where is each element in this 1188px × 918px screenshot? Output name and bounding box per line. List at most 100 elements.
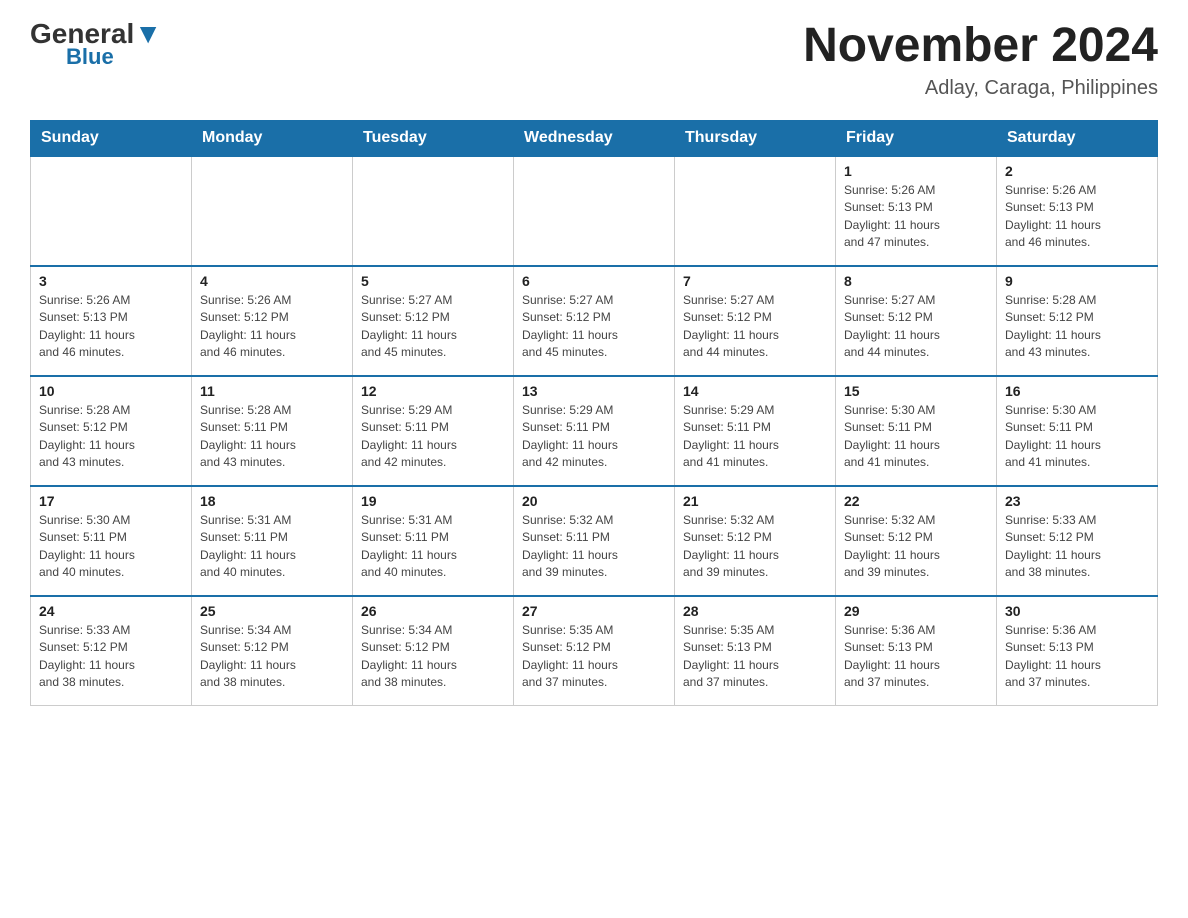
table-row [353,156,514,266]
table-row: 4 Sunrise: 5:26 AM Sunset: 5:12 PM Daylig… [192,266,353,376]
table-row: 10Sunrise: 5:28 AM Sunset: 5:12 PM Dayli… [31,376,192,486]
day-number: 9 [1005,273,1149,289]
day-info: Sunrise: 5:34 AM Sunset: 5:12 PM Dayligh… [361,622,505,692]
table-row: 16 Sunrise: 5:30 AM Sunset: 5:11 PM Dayli… [997,376,1158,486]
table-row [31,156,192,266]
day-number: 12 [361,383,505,399]
table-row: 1 Sunrise: 5:26 AM Sunset: 5:13 PM Daylig… [836,156,997,266]
day-info: Sunrise: 5:36 AM Sunset: 5:13 PM Dayligh… [1005,622,1149,692]
day-number: 25 [200,603,344,619]
day-info: Sunrise: 5:32 AM Sunset: 5:12 PM Dayligh… [844,512,988,582]
day-number: 3 [39,273,183,289]
logo: General▼ Blue [30,20,162,70]
day-number: 20 [522,493,666,509]
table-row: 20 Sunrise: 5:32 AM Sunset: 5:11 PM Dayli… [514,486,675,596]
day-number: 22 [844,493,988,509]
day-number: 19 [361,493,505,509]
table-row: 14 Sunrise: 5:29 AM Sunset: 5:11 PM Dayli… [675,376,836,486]
col-saturday: Saturday [997,120,1158,156]
table-row [675,156,836,266]
day-number: 13 [522,383,666,399]
day-number: 17 [39,493,183,509]
logo-blue-text: Blue [66,44,114,70]
calendar-week-row: 1 Sunrise: 5:26 AM Sunset: 5:13 PM Daylig… [31,156,1158,266]
day-number: 5 [361,273,505,289]
day-number: 8 [844,273,988,289]
day-number: 30 [1005,603,1149,619]
day-info: Sunrise: 5:26 AM Sunset: 5:12 PM Dayligh… [200,292,344,362]
day-info: Sunrise: 5:26 AM Sunset: 5:13 PM Dayligh… [1005,182,1149,252]
day-number: 14 [683,383,827,399]
page-header: General▼ Blue November 2024 Adlay, Carag… [30,20,1158,100]
table-row: 11 Sunrise: 5:28 AM Sunset: 5:11 PM Dayli… [192,376,353,486]
table-row: 15 Sunrise: 5:30 AM Sunset: 5:11 PM Dayli… [836,376,997,486]
day-number: 16 [1005,383,1149,399]
table-row: 8Sunrise: 5:27 AM Sunset: 5:12 PM Daylig… [836,266,997,376]
table-row: 12 Sunrise: 5:29 AM Sunset: 5:11 PM Dayli… [353,376,514,486]
day-info: Sunrise: 5:31 AM Sunset: 5:11 PM Dayligh… [200,512,344,582]
day-info: Sunrise: 5:35 AM Sunset: 5:12 PM Dayligh… [522,622,666,692]
day-info: Sunrise: 5:29 AM Sunset: 5:11 PM Dayligh… [522,402,666,472]
calendar-week-row: 10Sunrise: 5:28 AM Sunset: 5:12 PM Dayli… [31,376,1158,486]
day-info: Sunrise: 5:35 AM Sunset: 5:13 PM Dayligh… [683,622,827,692]
table-row: 3 Sunrise: 5:26 AM Sunset: 5:13 PM Daylig… [31,266,192,376]
table-row: 18 Sunrise: 5:31 AM Sunset: 5:11 PM Dayli… [192,486,353,596]
day-number: 11 [200,383,344,399]
day-info: Sunrise: 5:30 AM Sunset: 5:11 PM Dayligh… [39,512,183,582]
table-row: 9 Sunrise: 5:28 AM Sunset: 5:12 PM Daylig… [997,266,1158,376]
table-row: 5Sunrise: 5:27 AM Sunset: 5:12 PM Daylig… [353,266,514,376]
day-info: Sunrise: 5:33 AM Sunset: 5:12 PM Dayligh… [1005,512,1149,582]
logo-triangle-icon: ▼ [134,18,162,49]
calendar-header-row: Sunday Monday Tuesday Wednesday Thursday… [31,120,1158,156]
table-row: 6Sunrise: 5:27 AM Sunset: 5:12 PM Daylig… [514,266,675,376]
day-number: 27 [522,603,666,619]
col-wednesday: Wednesday [514,120,675,156]
day-info: Sunrise: 5:33 AM Sunset: 5:12 PM Dayligh… [39,622,183,692]
title-area: November 2024 Adlay, Caraga, Philippines [803,20,1158,100]
day-number: 10 [39,383,183,399]
table-row [192,156,353,266]
table-row: 21 Sunrise: 5:32 AM Sunset: 5:12 PM Dayli… [675,486,836,596]
day-number: 7 [683,273,827,289]
day-info: Sunrise: 5:30 AM Sunset: 5:11 PM Dayligh… [1005,402,1149,472]
calendar-week-row: 3 Sunrise: 5:26 AM Sunset: 5:13 PM Daylig… [31,266,1158,376]
day-number: 28 [683,603,827,619]
day-number: 24 [39,603,183,619]
day-info: Sunrise: 5:28 AM Sunset: 5:12 PM Dayligh… [1005,292,1149,362]
day-info: Sunrise: 5:29 AM Sunset: 5:11 PM Dayligh… [361,402,505,472]
day-info: Sunrise: 5:29 AM Sunset: 5:11 PM Dayligh… [683,402,827,472]
day-info: Sunrise: 5:32 AM Sunset: 5:11 PM Dayligh… [522,512,666,582]
table-row: 2 Sunrise: 5:26 AM Sunset: 5:13 PM Daylig… [997,156,1158,266]
day-info: Sunrise: 5:34 AM Sunset: 5:12 PM Dayligh… [200,622,344,692]
day-number: 4 [200,273,344,289]
day-info: Sunrise: 5:28 AM Sunset: 5:11 PM Dayligh… [200,402,344,472]
col-tuesday: Tuesday [353,120,514,156]
day-number: 1 [844,163,988,179]
location-subtitle: Adlay, Caraga, Philippines [803,77,1158,100]
day-number: 18 [200,493,344,509]
day-info: Sunrise: 5:31 AM Sunset: 5:11 PM Dayligh… [361,512,505,582]
day-info: Sunrise: 5:32 AM Sunset: 5:12 PM Dayligh… [683,512,827,582]
calendar-week-row: 24 Sunrise: 5:33 AM Sunset: 5:12 PM Dayli… [31,596,1158,706]
day-number: 29 [844,603,988,619]
day-number: 2 [1005,163,1149,179]
calendar-table: Sunday Monday Tuesday Wednesday Thursday… [30,120,1158,707]
day-info: Sunrise: 5:30 AM Sunset: 5:11 PM Dayligh… [844,402,988,472]
day-info: Sunrise: 5:36 AM Sunset: 5:13 PM Dayligh… [844,622,988,692]
table-row: 26 Sunrise: 5:34 AM Sunset: 5:12 PM Dayli… [353,596,514,706]
table-row: 25 Sunrise: 5:34 AM Sunset: 5:12 PM Dayli… [192,596,353,706]
day-info: Sunrise: 5:26 AM Sunset: 5:13 PM Dayligh… [39,292,183,362]
day-number: 26 [361,603,505,619]
table-row: 27 Sunrise: 5:35 AM Sunset: 5:12 PM Dayli… [514,596,675,706]
table-row: 28 Sunrise: 5:35 AM Sunset: 5:13 PM Dayli… [675,596,836,706]
table-row: 24 Sunrise: 5:33 AM Sunset: 5:12 PM Dayli… [31,596,192,706]
day-info: Sunrise: 5:27 AM Sunset: 5:12 PM Dayligh… [683,292,827,362]
calendar-week-row: 17 Sunrise: 5:30 AM Sunset: 5:11 PM Dayli… [31,486,1158,596]
table-row [514,156,675,266]
table-row: 30 Sunrise: 5:36 AM Sunset: 5:13 PM Dayli… [997,596,1158,706]
day-number: 21 [683,493,827,509]
day-info: Sunrise: 5:26 AM Sunset: 5:13 PM Dayligh… [844,182,988,252]
day-number: 15 [844,383,988,399]
table-row: 17 Sunrise: 5:30 AM Sunset: 5:11 PM Dayli… [31,486,192,596]
day-number: 6 [522,273,666,289]
